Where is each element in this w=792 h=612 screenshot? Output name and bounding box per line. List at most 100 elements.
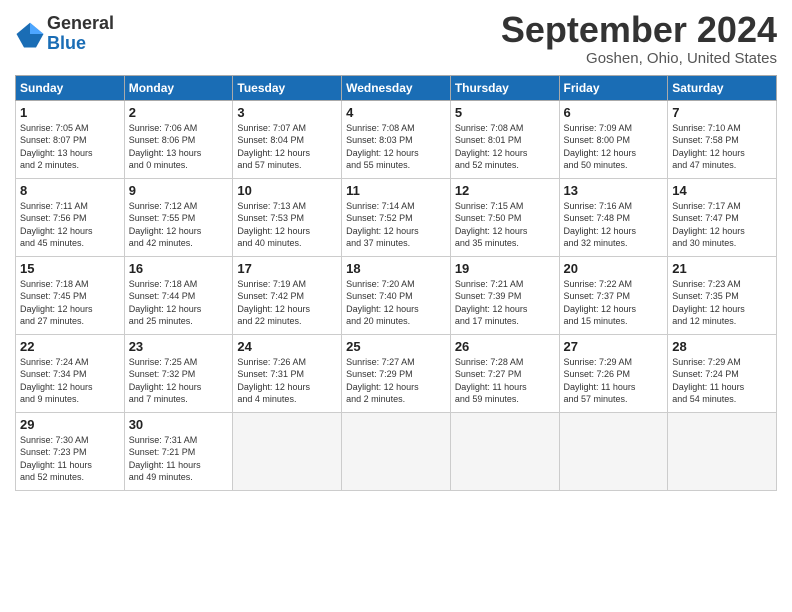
day-info: Sunrise: 7:10 AM Sunset: 7:58 PM Dayligh… (672, 122, 772, 172)
day-number: 11 (346, 183, 446, 198)
week-row-2: 15 Sunrise: 7:18 AM Sunset: 7:45 PM Dayli… (16, 256, 777, 334)
day-number: 24 (237, 339, 337, 354)
day-info: Sunrise: 7:22 AM Sunset: 7:37 PM Dayligh… (564, 278, 664, 328)
title-area: September 2024 Goshen, Ohio, United Stat… (501, 10, 777, 67)
day-number: 4 (346, 105, 446, 120)
day-number: 26 (455, 339, 555, 354)
day-info: Sunrise: 7:18 AM Sunset: 7:45 PM Dayligh… (20, 278, 120, 328)
calendar-cell: 10 Sunrise: 7:13 AM Sunset: 7:53 PM Dayli… (233, 178, 342, 256)
day-info: Sunrise: 7:08 AM Sunset: 8:01 PM Dayligh… (455, 122, 555, 172)
calendar-cell: 15 Sunrise: 7:18 AM Sunset: 7:45 PM Dayli… (16, 256, 125, 334)
week-row-0: 1 Sunrise: 7:05 AM Sunset: 8:07 PM Daylig… (16, 100, 777, 178)
day-number: 5 (455, 105, 555, 120)
day-number: 30 (129, 417, 229, 432)
calendar-cell: 16Sunrise: 7:18 AM Sunset: 7:44 PM Dayli… (124, 256, 233, 334)
calendar-cell: 12 Sunrise: 7:15 AM Sunset: 7:50 PM Dayli… (450, 178, 559, 256)
header-wednesday: Wednesday (342, 75, 451, 100)
logo-general: General (47, 14, 114, 34)
location: Goshen, Ohio, United States (501, 50, 777, 67)
calendar-cell (668, 412, 777, 490)
calendar-cell: 30 Sunrise: 7:31 AM Sunset: 7:21 PM Dayli… (124, 412, 233, 490)
calendar-cell: 8 Sunrise: 7:11 AM Sunset: 7:56 PM Daylig… (16, 178, 125, 256)
day-info: Sunrise: 7:11 AM Sunset: 7:56 PM Dayligh… (20, 200, 120, 250)
day-info: Sunrise: 7:26 AM Sunset: 7:31 PM Dayligh… (237, 356, 337, 406)
logo-text: General Blue (47, 14, 114, 54)
week-row-1: 8 Sunrise: 7:11 AM Sunset: 7:56 PM Daylig… (16, 178, 777, 256)
day-info: Sunrise: 7:12 AM Sunset: 7:55 PM Dayligh… (129, 200, 229, 250)
calendar-cell: 29Sunrise: 7:30 AM Sunset: 7:23 PM Dayli… (16, 412, 125, 490)
calendar-cell: 5 Sunrise: 7:08 AM Sunset: 8:01 PM Daylig… (450, 100, 559, 178)
day-info: Sunrise: 7:23 AM Sunset: 7:35 PM Dayligh… (672, 278, 772, 328)
calendar-cell: 14Sunrise: 7:17 AM Sunset: 7:47 PM Dayli… (668, 178, 777, 256)
day-info: Sunrise: 7:14 AM Sunset: 7:52 PM Dayligh… (346, 200, 446, 250)
header-saturday: Saturday (668, 75, 777, 100)
header-monday: Monday (124, 75, 233, 100)
day-number: 2 (129, 105, 229, 120)
day-number: 19 (455, 261, 555, 276)
day-info: Sunrise: 7:25 AM Sunset: 7:32 PM Dayligh… (129, 356, 229, 406)
day-info: Sunrise: 7:18 AM Sunset: 7:44 PM Dayligh… (129, 278, 229, 328)
day-info: Sunrise: 7:07 AM Sunset: 8:04 PM Dayligh… (237, 122, 337, 172)
calendar-cell: 20 Sunrise: 7:22 AM Sunset: 7:37 PM Dayli… (559, 256, 668, 334)
day-info: Sunrise: 7:06 AM Sunset: 8:06 PM Dayligh… (129, 122, 229, 172)
calendar-cell: 17Sunrise: 7:19 AM Sunset: 7:42 PM Dayli… (233, 256, 342, 334)
day-info: Sunrise: 7:17 AM Sunset: 7:47 PM Dayligh… (672, 200, 772, 250)
day-number: 1 (20, 105, 120, 120)
day-info: Sunrise: 7:21 AM Sunset: 7:39 PM Dayligh… (455, 278, 555, 328)
header-area: General Blue September 2024 Goshen, Ohio… (15, 10, 777, 67)
calendar-cell (342, 412, 451, 490)
calendar-cell: 4 Sunrise: 7:08 AM Sunset: 8:03 PM Daylig… (342, 100, 451, 178)
day-number: 23 (129, 339, 229, 354)
day-info: Sunrise: 7:15 AM Sunset: 7:50 PM Dayligh… (455, 200, 555, 250)
calendar-cell: 27 Sunrise: 7:29 AM Sunset: 7:26 PM Dayli… (559, 334, 668, 412)
calendar-cell: 7 Sunrise: 7:10 AM Sunset: 7:58 PM Daylig… (668, 100, 777, 178)
day-number: 13 (564, 183, 664, 198)
calendar-cell: 1 Sunrise: 7:05 AM Sunset: 8:07 PM Daylig… (16, 100, 125, 178)
calendar-cell: 23 Sunrise: 7:25 AM Sunset: 7:32 PM Dayli… (124, 334, 233, 412)
day-info: Sunrise: 7:19 AM Sunset: 7:42 PM Dayligh… (237, 278, 337, 328)
day-info: Sunrise: 7:05 AM Sunset: 8:07 PM Dayligh… (20, 122, 120, 172)
calendar-cell: 13Sunrise: 7:16 AM Sunset: 7:48 PM Dayli… (559, 178, 668, 256)
header-thursday: Thursday (450, 75, 559, 100)
day-number: 18 (346, 261, 446, 276)
logo: General Blue (15, 14, 114, 54)
header-friday: Friday (559, 75, 668, 100)
week-row-4: 29Sunrise: 7:30 AM Sunset: 7:23 PM Dayli… (16, 412, 777, 490)
day-info: Sunrise: 7:31 AM Sunset: 7:21 PM Dayligh… (129, 434, 229, 484)
month-title: September 2024 (501, 10, 777, 50)
day-number: 9 (129, 183, 229, 198)
day-number: 20 (564, 261, 664, 276)
day-number: 25 (346, 339, 446, 354)
day-info: Sunrise: 7:24 AM Sunset: 7:34 PM Dayligh… (20, 356, 120, 406)
header-row: SundayMondayTuesdayWednesdayThursdayFrid… (16, 75, 777, 100)
day-number: 3 (237, 105, 337, 120)
day-number: 15 (20, 261, 120, 276)
calendar-cell: 24 Sunrise: 7:26 AM Sunset: 7:31 PM Dayli… (233, 334, 342, 412)
day-info: Sunrise: 7:27 AM Sunset: 7:29 PM Dayligh… (346, 356, 446, 406)
day-info: Sunrise: 7:29 AM Sunset: 7:26 PM Dayligh… (564, 356, 664, 406)
calendar-cell (450, 412, 559, 490)
day-number: 10 (237, 183, 337, 198)
day-info: Sunrise: 7:08 AM Sunset: 8:03 PM Dayligh… (346, 122, 446, 172)
day-number: 8 (20, 183, 120, 198)
day-number: 28 (672, 339, 772, 354)
calendar-cell (233, 412, 342, 490)
calendar-cell: 2 Sunrise: 7:06 AM Sunset: 8:06 PM Daylig… (124, 100, 233, 178)
calendar-cell: 25 Sunrise: 7:27 AM Sunset: 7:29 PM Dayli… (342, 334, 451, 412)
day-number: 7 (672, 105, 772, 120)
day-info: Sunrise: 7:20 AM Sunset: 7:40 PM Dayligh… (346, 278, 446, 328)
calendar-cell: 11 Sunrise: 7:14 AM Sunset: 7:52 PM Dayli… (342, 178, 451, 256)
day-number: 6 (564, 105, 664, 120)
day-number: 27 (564, 339, 664, 354)
calendar-table: SundayMondayTuesdayWednesdayThursdayFrid… (15, 75, 777, 491)
calendar-cell: 19 Sunrise: 7:21 AM Sunset: 7:39 PM Dayli… (450, 256, 559, 334)
day-info: Sunrise: 7:30 AM Sunset: 7:23 PM Dayligh… (20, 434, 120, 484)
calendar-cell: 6 Sunrise: 7:09 AM Sunset: 8:00 PM Daylig… (559, 100, 668, 178)
day-info: Sunrise: 7:09 AM Sunset: 8:00 PM Dayligh… (564, 122, 664, 172)
calendar-cell (559, 412, 668, 490)
header-tuesday: Tuesday (233, 75, 342, 100)
header-sunday: Sunday (16, 75, 125, 100)
calendar-cell: 26Sunrise: 7:28 AM Sunset: 7:27 PM Dayli… (450, 334, 559, 412)
day-number: 12 (455, 183, 555, 198)
day-info: Sunrise: 7:13 AM Sunset: 7:53 PM Dayligh… (237, 200, 337, 250)
